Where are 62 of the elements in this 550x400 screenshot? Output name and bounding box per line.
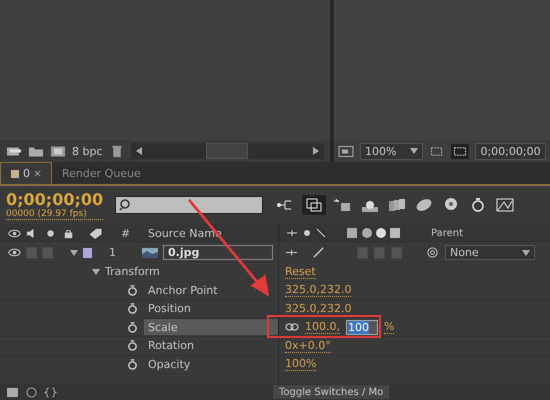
pick-whip-icon[interactable] — [426, 247, 439, 258]
quality-slash-icon[interactable] — [312, 247, 325, 258]
property-name[interactable]: Opacity — [144, 356, 278, 372]
switch-box[interactable] — [374, 246, 385, 258]
expand-triangle-icon[interactable] — [92, 268, 100, 275]
property-name[interactable]: Rotation — [144, 338, 278, 354]
scrollbar[interactable] — [130, 143, 324, 159]
lock-icon[interactable] — [62, 228, 75, 238]
tab[interactable]: Render Queue — [52, 162, 151, 184]
caret-icon[interactable] — [410, 148, 418, 154]
close-icon[interactable] — [34, 170, 41, 177]
property-value[interactable]: 100% — [285, 357, 316, 372]
eye-icon[interactable] — [8, 228, 21, 238]
expand-triangle-icon[interactable] — [70, 250, 78, 256]
search-field[interactable] — [115, 196, 264, 214]
timecode[interactable]: 0;00;00;00 — [6, 190, 104, 208]
property-name[interactable]: Position — [144, 300, 278, 317]
link-icon[interactable] — [285, 323, 299, 332]
switch-box[interactable] — [357, 246, 368, 258]
reset-link[interactable]: Reset — [285, 264, 316, 279]
timecode-field[interactable]: 0;00;00;00 — [475, 142, 546, 160]
folder-icon[interactable] — [28, 144, 44, 158]
column-header: # — [121, 226, 132, 240]
stopwatch-icon[interactable] — [126, 322, 139, 333]
switch-box[interactable] — [26, 246, 37, 258]
switch-box[interactable] — [42, 246, 53, 258]
value-input-field[interactable]: 100 — [346, 320, 378, 335]
eye-icon[interactable] — [8, 247, 21, 258]
stopwatch-icon[interactable] — [126, 284, 139, 296]
stopwatch-icon[interactable] — [126, 358, 139, 370]
tab[interactable]: 0 — [0, 162, 52, 184]
braces-icon[interactable] — [44, 386, 57, 398]
label-swatch[interactable] — [83, 248, 92, 258]
scroll-right-icon[interactable] — [312, 146, 320, 156]
property-value[interactable]: 325.0,232.0 — [285, 302, 352, 316]
property-value[interactable]: 325.0,232.0 — [285, 283, 352, 298]
composition-icon[interactable] — [50, 144, 66, 158]
stopwatch-icon[interactable] — [126, 340, 139, 352]
property-value[interactable]: 0x+0.0° — [285, 338, 331, 353]
stopwatch-icon[interactable] — [126, 303, 139, 314]
property-name[interactable]: Scale — [144, 319, 278, 336]
column-header: Parent — [431, 228, 464, 238]
layer-number: 1 — [109, 246, 117, 259]
image-thumbnail-icon — [142, 248, 158, 258]
graph-editor-icon[interactable] — [495, 197, 516, 213]
switch-box[interactable] — [391, 246, 402, 258]
property-name[interactable]: Anchor Point — [144, 282, 278, 298]
unit: % — [384, 320, 394, 334]
selection-icon[interactable] — [451, 144, 470, 158]
zoom-dropdown[interactable]: 100% — [360, 142, 424, 160]
bit-depth[interactable]: 8 bpc — [72, 144, 103, 158]
composition-mini-icon[interactable] — [302, 195, 326, 215]
label-tag-icon[interactable] — [88, 228, 104, 238]
monitor-icon[interactable] — [338, 144, 354, 158]
toggle-switches-button[interactable]: Toggle Switches / Mo — [273, 385, 390, 399]
frame-info: 00000 (29.97 fps) — [6, 208, 104, 220]
group-name[interactable]: Transform — [105, 265, 160, 278]
parent-dropdown[interactable]: None — [445, 245, 535, 260]
layer-name[interactable]: 0.jpg — [163, 245, 273, 260]
scroll-left-icon[interactable] — [134, 146, 143, 156]
caret-icon[interactable] — [522, 250, 530, 256]
property-value[interactable]: 100.0, — [305, 320, 340, 334]
